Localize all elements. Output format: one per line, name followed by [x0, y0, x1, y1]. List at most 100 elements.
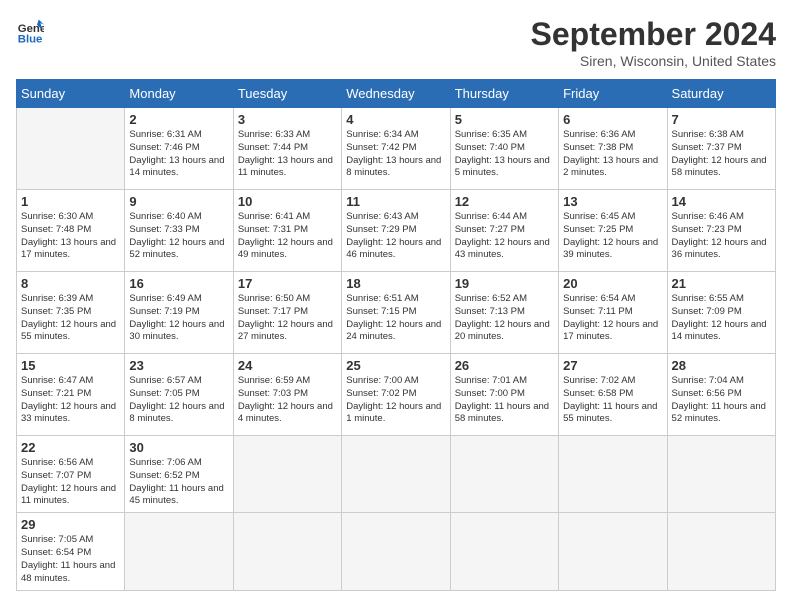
calendar-cell [17, 108, 125, 190]
header-tuesday: Tuesday [233, 80, 341, 108]
calendar-cell: 12 Sunrise: 6:44 AMSunset: 7:27 PMDayligh… [450, 190, 558, 272]
day-number: 9 [129, 194, 228, 209]
day-number: 15 [21, 358, 120, 373]
calendar-cell: 9 Sunrise: 6:40 AMSunset: 7:33 PMDaylight… [125, 190, 233, 272]
day-number: 20 [563, 276, 662, 291]
header-thursday: Thursday [450, 80, 558, 108]
header-monday: Monday [125, 80, 233, 108]
calendar-week-row: 15 Sunrise: 6:47 AMSunset: 7:21 PMDayligh… [17, 354, 776, 436]
calendar-table: Sunday Monday Tuesday Wednesday Thursday… [16, 79, 776, 591]
day-number: 12 [455, 194, 554, 209]
calendar-cell: 11 Sunrise: 6:43 AMSunset: 7:29 PMDayligh… [342, 190, 450, 272]
day-info: Sunrise: 6:36 AMSunset: 7:38 PMDaylight:… [563, 129, 662, 180]
day-number: 5 [455, 112, 554, 127]
calendar-cell: 17 Sunrise: 6:50 AMSunset: 7:17 PMDayligh… [233, 272, 341, 354]
day-info: Sunrise: 6:39 AMSunset: 7:35 PMDaylight:… [21, 293, 120, 344]
day-number: 21 [672, 276, 771, 291]
calendar-cell: 20 Sunrise: 6:54 AMSunset: 7:11 PMDayligh… [559, 272, 667, 354]
header-saturday: Saturday [667, 80, 775, 108]
day-info: Sunrise: 6:57 AMSunset: 7:05 PMDaylight:… [129, 375, 228, 426]
day-number: 18 [346, 276, 445, 291]
day-number: 13 [563, 194, 662, 209]
calendar-cell: 16 Sunrise: 6:49 AMSunset: 7:19 PMDayligh… [125, 272, 233, 354]
day-info: Sunrise: 6:54 AMSunset: 7:11 PMDaylight:… [563, 293, 662, 344]
day-number: 26 [455, 358, 554, 373]
day-info: Sunrise: 6:43 AMSunset: 7:29 PMDaylight:… [346, 211, 445, 262]
day-info: Sunrise: 7:00 AMSunset: 7:02 PMDaylight:… [346, 375, 445, 426]
day-info: Sunrise: 6:45 AMSunset: 7:25 PMDaylight:… [563, 211, 662, 262]
day-info: Sunrise: 6:47 AMSunset: 7:21 PMDaylight:… [21, 375, 120, 426]
location: Siren, Wisconsin, United States [531, 53, 776, 69]
calendar-cell: 25 Sunrise: 7:00 AMSunset: 7:02 PMDayligh… [342, 354, 450, 436]
logo-icon: General Blue [16, 16, 44, 44]
day-info: Sunrise: 6:44 AMSunset: 7:27 PMDaylight:… [455, 211, 554, 262]
day-number: 14 [672, 194, 771, 209]
day-info: Sunrise: 7:02 AMSunset: 6:58 PMDaylight:… [563, 375, 662, 426]
day-number: 2 [129, 112, 228, 127]
day-number: 24 [238, 358, 337, 373]
calendar-cell: 24 Sunrise: 6:59 AMSunset: 7:03 PMDayligh… [233, 354, 341, 436]
day-info: Sunrise: 6:33 AMSunset: 7:44 PMDaylight:… [238, 129, 337, 180]
calendar-cell [667, 513, 775, 590]
calendar-week-row: 8Sunrise: 6:39 AMSunset: 7:35 PMDaylight… [17, 272, 776, 354]
day-number: 22 [21, 440, 120, 455]
day-info: Sunrise: 6:52 AMSunset: 7:13 PMDaylight:… [455, 293, 554, 344]
day-number: 30 [129, 440, 228, 455]
calendar-cell: 3 Sunrise: 6:33 AMSunset: 7:44 PMDaylight… [233, 108, 341, 190]
logo: General Blue [16, 16, 44, 44]
header-sunday: Sunday [17, 80, 125, 108]
calendar-cell [450, 436, 558, 513]
calendar-cell: 2 Sunrise: 6:31 AMSunset: 7:46 PMDaylight… [125, 108, 233, 190]
calendar-cell: 7Sunrise: 6:38 AMSunset: 7:37 PMDaylight… [667, 108, 775, 190]
day-info: Sunrise: 7:06 AMSunset: 6:52 PMDaylight:… [129, 457, 228, 508]
day-number: 3 [238, 112, 337, 127]
calendar-week-row: 2 Sunrise: 6:31 AMSunset: 7:46 PMDaylight… [17, 108, 776, 190]
day-info: Sunrise: 6:40 AMSunset: 7:33 PMDaylight:… [129, 211, 228, 262]
day-info: Sunrise: 6:55 AMSunset: 7:09 PMDaylight:… [672, 293, 771, 344]
calendar-cell: 14 Sunrise: 6:46 AMSunset: 7:23 PMDayligh… [667, 190, 775, 272]
header-wednesday: Wednesday [342, 80, 450, 108]
calendar-cell [559, 513, 667, 590]
day-info: Sunrise: 6:49 AMSunset: 7:19 PMDaylight:… [129, 293, 228, 344]
day-number: 16 [129, 276, 228, 291]
day-number: 1 [21, 194, 120, 209]
day-number: 23 [129, 358, 228, 373]
day-number: 6 [563, 112, 662, 127]
day-info: Sunrise: 6:56 AMSunset: 7:07 PMDaylight:… [21, 457, 120, 508]
day-number: 28 [672, 358, 771, 373]
calendar-cell [125, 513, 233, 590]
day-info: Sunrise: 6:59 AMSunset: 7:03 PMDaylight:… [238, 375, 337, 426]
calendar-cell: 1Sunrise: 6:30 AMSunset: 7:48 PMDaylight… [17, 190, 125, 272]
day-info: Sunrise: 7:01 AMSunset: 7:00 PMDaylight:… [455, 375, 554, 426]
day-number: 17 [238, 276, 337, 291]
day-info: Sunrise: 6:50 AMSunset: 7:17 PMDaylight:… [238, 293, 337, 344]
calendar-week-row: 22 Sunrise: 6:56 AMSunset: 7:07 PMDayligh… [17, 436, 776, 513]
calendar-cell: 22 Sunrise: 6:56 AMSunset: 7:07 PMDayligh… [17, 436, 125, 513]
day-number: 25 [346, 358, 445, 373]
calendar-cell: 26 Sunrise: 7:01 AMSunset: 7:00 PMDayligh… [450, 354, 558, 436]
calendar-cell: 15 Sunrise: 6:47 AMSunset: 7:21 PMDayligh… [17, 354, 125, 436]
calendar-week-row: 29Sunrise: 7:05 AMSunset: 6:54 PMDayligh… [17, 513, 776, 590]
day-info: Sunrise: 6:46 AMSunset: 7:23 PMDaylight:… [672, 211, 771, 262]
month-title: September 2024 [531, 16, 776, 53]
day-number: 19 [455, 276, 554, 291]
calendar-cell: 23 Sunrise: 6:57 AMSunset: 7:05 PMDayligh… [125, 354, 233, 436]
calendar-body: 2 Sunrise: 6:31 AMSunset: 7:46 PMDaylight… [17, 108, 776, 591]
day-info: Sunrise: 6:34 AMSunset: 7:42 PMDaylight:… [346, 129, 445, 180]
header-friday: Friday [559, 80, 667, 108]
day-info: Sunrise: 6:31 AMSunset: 7:46 PMDaylight:… [129, 129, 228, 180]
calendar-cell [450, 513, 558, 590]
day-number: 27 [563, 358, 662, 373]
day-number: 11 [346, 194, 445, 209]
page-container: General Blue September 2024 Siren, Wisco… [0, 0, 792, 599]
calendar-cell: 30 Sunrise: 7:06 AMSunset: 6:52 PMDayligh… [125, 436, 233, 513]
calendar-cell: 27 Sunrise: 7:02 AMSunset: 6:58 PMDayligh… [559, 354, 667, 436]
calendar-cell: 19 Sunrise: 6:52 AMSunset: 7:13 PMDayligh… [450, 272, 558, 354]
day-info: Sunrise: 6:35 AMSunset: 7:40 PMDaylight:… [455, 129, 554, 180]
header: General Blue September 2024 Siren, Wisco… [16, 16, 776, 69]
calendar-cell [559, 436, 667, 513]
calendar-header-row: Sunday Monday Tuesday Wednesday Thursday… [17, 80, 776, 108]
day-info: Sunrise: 6:38 AMSunset: 7:37 PMDaylight:… [672, 129, 771, 180]
calendar-cell: 10Sunrise: 6:41 AMSunset: 7:31 PMDayligh… [233, 190, 341, 272]
day-info: Sunrise: 6:41 AMSunset: 7:31 PMDaylight:… [238, 211, 337, 262]
